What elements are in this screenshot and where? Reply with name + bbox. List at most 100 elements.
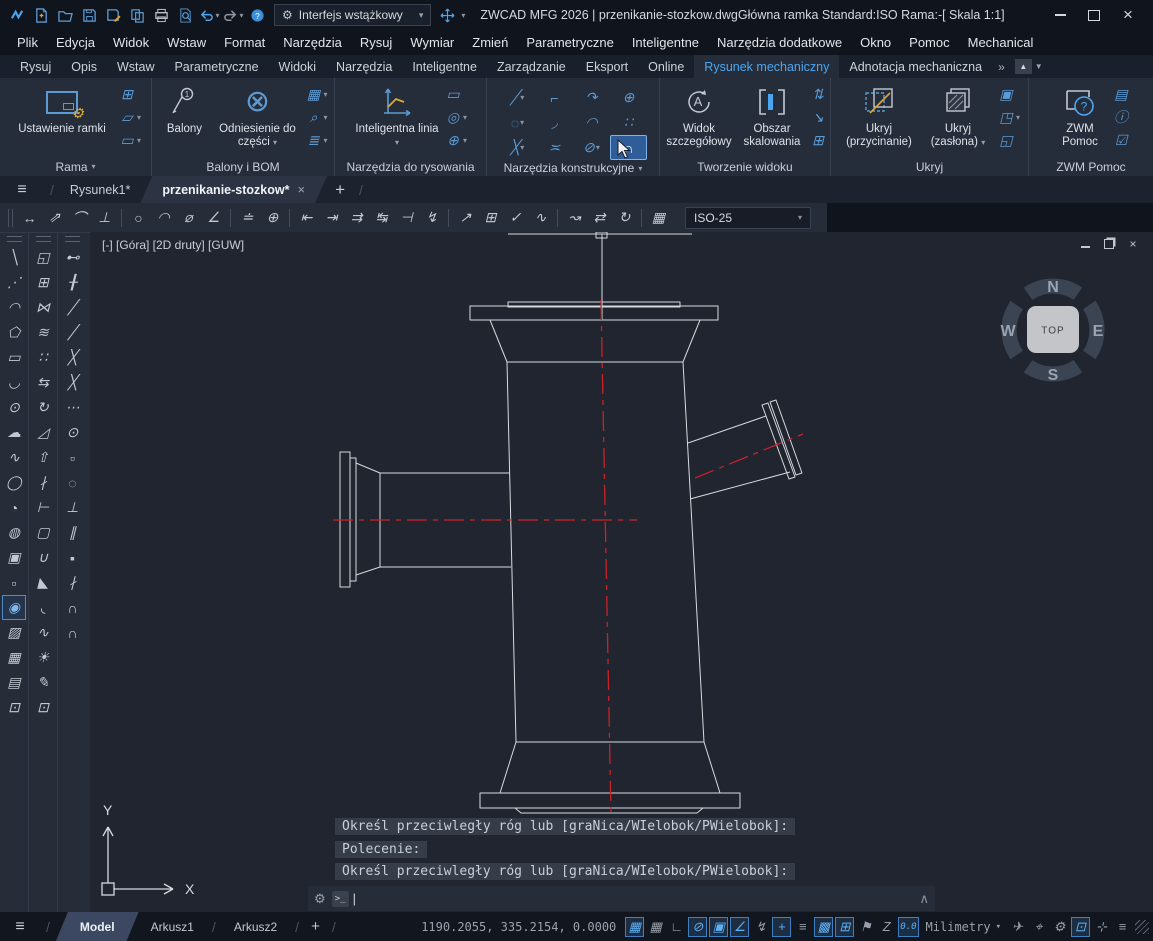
menu-parametryczne[interactable]: Parametryczne xyxy=(517,35,622,50)
dim-linear-icon[interactable]: ↔ xyxy=(17,207,42,229)
profile-contour-icon[interactable]: ∩ xyxy=(610,135,647,160)
dropdown-caret-icon[interactable]: ▾ xyxy=(1016,113,1020,122)
ribbon-collapse-down-caret[interactable]: ▼ xyxy=(1035,62,1043,71)
toolbar-grip[interactable] xyxy=(8,209,13,227)
arc-construction-icon[interactable]: ◠ xyxy=(573,110,610,135)
menu-okno[interactable]: Okno xyxy=(851,35,900,50)
sheet-tab-arkusz1[interactable]: Arkusz1 xyxy=(139,912,206,941)
block-tool[interactable]: ▣ xyxy=(2,545,26,570)
bom-find-icon[interactable]: ⌕▾ xyxy=(304,108,327,126)
redo-dropdown-caret[interactable]: ▾ xyxy=(239,11,243,20)
frame-edit-icon[interactable]: ▱▾ xyxy=(118,108,141,126)
snap-quadrant[interactable]: ◌ xyxy=(61,470,85,495)
hardware-acceleration-icon[interactable]: ⊡ xyxy=(1071,917,1090,937)
dim-ordinate-icon[interactable]: ⊥ xyxy=(92,207,117,229)
menu-format[interactable]: Format xyxy=(215,35,274,50)
center-mark-tool-icon[interactable]: ⊕▾ xyxy=(444,131,467,149)
minimize-button[interactable] xyxy=(1047,5,1073,25)
section-line-icon[interactable]: ⇅ xyxy=(809,85,827,103)
menu-mechanical[interactable]: Mechanical xyxy=(959,35,1043,50)
ukryj-zaslona-button[interactable]: Ukryj (zasłona) ▾ xyxy=(923,81,993,157)
snap-nearest[interactable]: ▪ xyxy=(61,545,85,570)
toolbar-separator[interactable] xyxy=(448,209,449,227)
menu-rysuj[interactable]: Rysuj xyxy=(351,35,402,50)
break-tool[interactable]: ▢ xyxy=(31,520,55,545)
tab-adnotacja-mechaniczna[interactable]: Adnotacja mechaniczna xyxy=(839,55,992,78)
circle-tool-icon[interactable]: ◎▾ xyxy=(444,108,467,126)
dim-baseline-icon[interactable]: ⇤ xyxy=(294,207,319,229)
tab-opis[interactable]: Opis xyxy=(61,55,107,78)
snap-magnet-off[interactable]: ∩ xyxy=(61,620,85,645)
new-sheet-button[interactable]: + xyxy=(305,912,326,941)
ortho-mode-icon[interactable]: ∟ xyxy=(667,917,686,937)
snap-perpendicular[interactable]: ⊥ xyxy=(61,495,85,520)
erase-construction-icon[interactable]: ╳▾ xyxy=(499,135,536,160)
copy-profile-icon[interactable]: ↷ xyxy=(573,85,610,110)
group-tool[interactable]: ▫ xyxy=(2,570,26,595)
menu-narzedzia-dodatkowe[interactable]: Narzędzia dodatkowe xyxy=(708,35,851,50)
dim-style-manager-icon[interactable]: ▦ xyxy=(646,207,671,229)
dim-oblique-icon[interactable]: ∿ xyxy=(528,207,553,229)
balony-button[interactable]: 1 Balony xyxy=(158,81,210,157)
tab-close-icon[interactable]: × xyxy=(297,182,305,197)
dropdown-caret-icon[interactable]: ▾ xyxy=(596,143,600,152)
selection-cycling-icon[interactable]: ⌖ xyxy=(1029,917,1048,937)
info-icon[interactable]: ⓘ xyxy=(1112,108,1130,126)
dropdown-caret-icon[interactable]: ▾ xyxy=(520,143,524,152)
ribbon-tab-overflow[interactable]: » xyxy=(992,55,1011,78)
sheet-tab-arkusz2[interactable]: Arkusz2 xyxy=(222,912,289,941)
panel-footer-rama[interactable]: Rama▾ xyxy=(0,157,151,176)
widok-szczegolowy-button[interactable]: A Widok szczegółowy xyxy=(663,81,735,157)
dim-angular-icon[interactable]: ∠ xyxy=(201,207,226,229)
hide-crop-icon[interactable]: ◳▾ xyxy=(997,108,1020,126)
dropdown-caret-icon[interactable]: ▾ xyxy=(137,113,141,122)
dim-centerline-icon[interactable]: ≐ xyxy=(235,207,260,229)
toolbar-separator[interactable] xyxy=(289,209,290,227)
edit-polyline-tool[interactable]: ✎ xyxy=(31,670,55,695)
trim-tool[interactable]: ∤ xyxy=(31,470,55,495)
obszar-skalowania-button[interactable]: Obszar skalowania xyxy=(739,81,805,157)
snap-node[interactable]: ▫ xyxy=(61,445,85,470)
snap-intersection[interactable]: ╱ xyxy=(61,295,85,320)
qat-customize-caret[interactable]: ▾ xyxy=(461,11,465,20)
menu-wymiar[interactable]: Wymiar xyxy=(401,35,463,50)
transparency-icon[interactable]: ▩ xyxy=(814,917,833,937)
dim-check-icon[interactable]: ✓ xyxy=(503,207,528,229)
array-tool[interactable]: ∷ xyxy=(31,345,55,370)
menu-narzedzia[interactable]: Narzędzia xyxy=(274,35,351,50)
tab-wstaw[interactable]: Wstaw xyxy=(107,55,165,78)
dim-style-combo[interactable]: ISO-25 ▾ xyxy=(685,207,811,229)
dim-spacing-icon[interactable]: ↹ xyxy=(369,207,394,229)
new-file-button[interactable] xyxy=(30,4,53,26)
extend-tool[interactable]: ⊢ xyxy=(31,495,55,520)
print-button[interactable] xyxy=(150,4,173,26)
rectangle-tool-icon[interactable]: ▭ xyxy=(444,85,467,103)
preview-button[interactable] xyxy=(174,4,197,26)
polar-tracking-icon[interactable]: ⊘ xyxy=(688,917,707,937)
tutorial-check-icon[interactable]: ☑ xyxy=(1112,131,1130,149)
move-tool[interactable]: ⇆ xyxy=(31,370,55,395)
palette-grip[interactable] xyxy=(36,236,51,242)
menu-zmien[interactable]: Zmień xyxy=(463,35,517,50)
rectangle-tool[interactable]: ▭ xyxy=(2,345,26,370)
spline-tool[interactable]: ∿ xyxy=(2,445,26,470)
tab-widoki[interactable]: Widoki xyxy=(269,55,327,78)
construction-ellipse-icon[interactable]: ⊘▾ xyxy=(573,135,610,160)
command-settings-gear-icon[interactable]: ⚙ xyxy=(314,891,326,907)
toolbar-separator[interactable] xyxy=(557,209,558,227)
bom-list-icon[interactable]: ≣▾ xyxy=(304,131,327,149)
bom-table-icon[interactable]: ▦▾ xyxy=(304,85,327,103)
stretch-tool[interactable]: ⇧ xyxy=(31,445,55,470)
tab-rysuj[interactable]: Rysuj xyxy=(10,55,61,78)
snap-parallel[interactable]: ∥ xyxy=(61,520,85,545)
dropdown-caret-icon[interactable]: ▾ xyxy=(323,113,327,122)
command-expand-chevron-icon[interactable]: ∧ xyxy=(919,891,929,907)
toolbar-separator[interactable] xyxy=(121,209,122,227)
fullscreen-icon[interactable]: ⊹ xyxy=(1092,917,1111,937)
palette-grip[interactable] xyxy=(65,236,80,242)
scale-area-add-icon[interactable]: ⊞ xyxy=(809,131,827,149)
table-tool[interactable]: ▦ xyxy=(2,645,26,670)
snap-endpoint[interactable]: ⊷ xyxy=(61,245,85,270)
drawing-canvas[interactable]: [-] [Góra] [2D druty] [GUW] × xyxy=(90,232,1153,912)
copy-button[interactable] xyxy=(126,4,149,26)
